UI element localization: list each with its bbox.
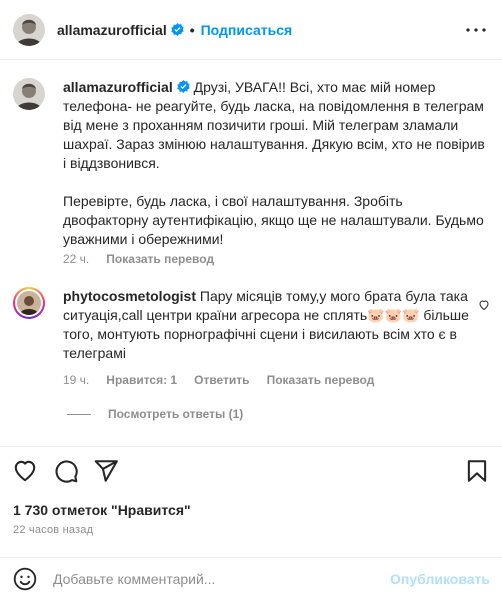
comment-likes-button[interactable]: Нравится: 1 — [106, 373, 177, 387]
publish-button[interactable]: Опубликовать — [390, 571, 490, 587]
follow-button[interactable]: Подписаться — [201, 22, 293, 38]
comment-avatar[interactable] — [13, 287, 45, 319]
caption-time: 22 ч. — [63, 252, 90, 266]
verified-badge-icon — [170, 23, 184, 36]
heart-outline-icon[interactable] — [478, 298, 490, 311]
caption-meta: 22 ч. Показать перевод — [63, 252, 214, 266]
caption-translate-button[interactable]: Показать перевод — [106, 252, 214, 266]
comment-reply-button[interactable]: Ответить — [194, 373, 249, 387]
add-comment-bar: Опубликовать — [0, 557, 502, 600]
emoji-smile-icon[interactable] — [12, 566, 38, 592]
verified-badge-icon — [176, 79, 190, 93]
bookmark-icon[interactable] — [464, 458, 490, 484]
comment-username[interactable]: phytocosmetologist — [63, 288, 196, 304]
view-replies-label: Посмотреть ответы (1) — [108, 407, 244, 421]
comment-item: phytocosmetologist Пару місяців тому,у м… — [13, 287, 491, 363]
replies-divider-line — [67, 413, 91, 415]
comment-time: 19 ч. — [63, 373, 90, 387]
caption-text-part2: Перевірте, будь ласка, і свої налаштуван… — [63, 193, 488, 247]
post-time: 22 часов назад — [13, 524, 94, 536]
header-avatar[interactable] — [13, 13, 45, 46]
header-username[interactable]: allamazurofficial — [57, 22, 167, 38]
caption-text: allamazurofficial Друзі, УВАГА!! Всі, хт… — [63, 78, 491, 249]
view-replies-button[interactable]: Посмотреть ответы (1) — [67, 407, 243, 421]
paper-plane-icon[interactable] — [93, 458, 119, 484]
more-horizontal-icon[interactable] — [464, 22, 488, 38]
likes-count[interactable]: 1 730 отметок "Нравится" — [13, 502, 191, 518]
post-caption: allamazurofficial Друзі, УВАГА!! Всі, хт… — [13, 78, 491, 249]
comment-translate-button[interactable]: Показать перевод — [267, 373, 375, 387]
post-header: allamazurofficial • Подписаться — [0, 0, 502, 60]
heart-icon[interactable] — [12, 458, 38, 484]
comment-meta: 19 ч. Нравится: 1 Ответить Показать пере… — [63, 373, 374, 387]
user-avatar-icon — [17, 291, 41, 315]
user-avatar-icon — [13, 13, 45, 46]
caption-avatar[interactable] — [13, 78, 45, 110]
header-separator: • — [189, 21, 195, 38]
user-avatar-icon — [13, 78, 45, 110]
caption-username[interactable]: allamazurofficial — [63, 79, 173, 95]
actions-divider — [0, 446, 502, 447]
post-actions — [12, 458, 492, 486]
comment-input[interactable] — [53, 571, 391, 587]
comment-bubble-icon[interactable] — [53, 458, 79, 484]
